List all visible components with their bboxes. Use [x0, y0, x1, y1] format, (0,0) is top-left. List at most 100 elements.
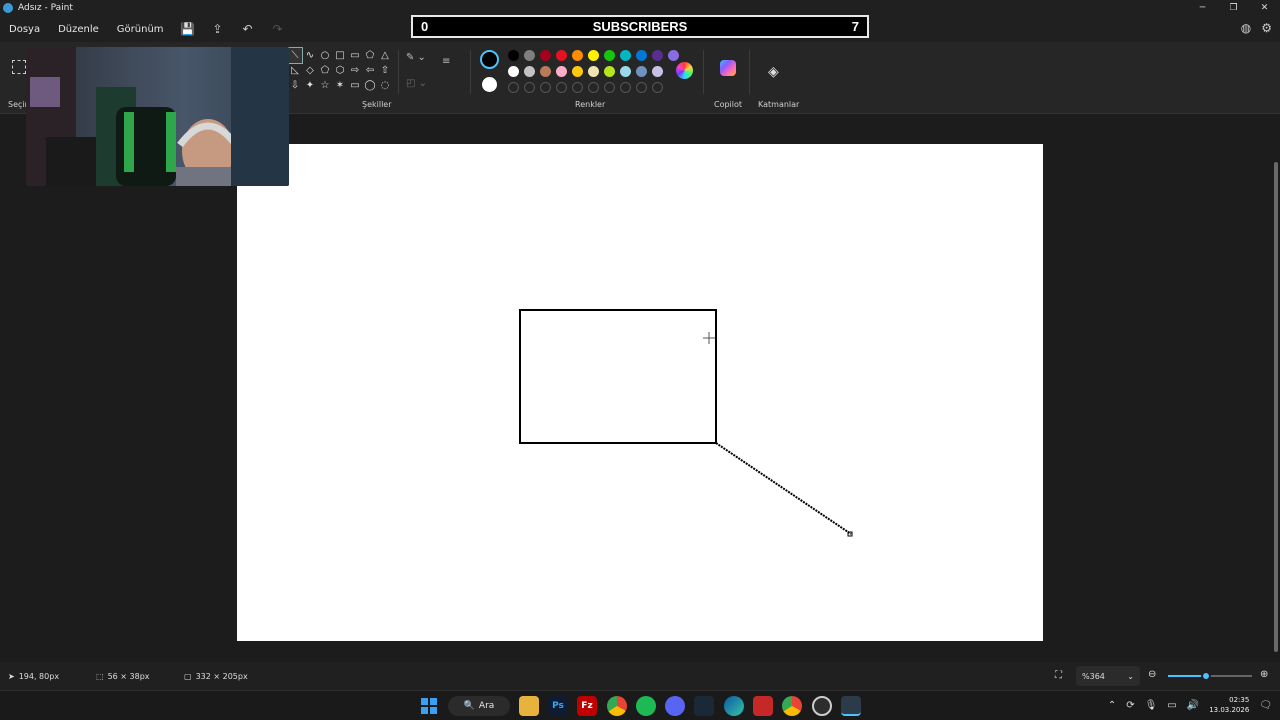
menu-edit[interactable]: Düzenle — [49, 24, 108, 35]
drawing-canvas[interactable] — [237, 144, 1043, 641]
shape-option[interactable]: ▭ — [348, 48, 362, 63]
menu-view[interactable]: Görünüm — [108, 24, 173, 35]
shape-option[interactable]: ∿ — [303, 48, 317, 63]
shape-option[interactable]: ◇ — [303, 63, 317, 78]
shape-option[interactable]: ⬠ — [363, 48, 377, 63]
taskbar-search[interactable]: 🔍 Ara — [448, 696, 510, 716]
close-button[interactable]: ✕ — [1249, 0, 1280, 16]
zoom-out-icon[interactable]: ⊖ — [1148, 669, 1156, 680]
photoshop-icon[interactable]: Ps — [548, 696, 568, 716]
custom-color-slot[interactable] — [620, 82, 631, 93]
shape-option[interactable]: ⟍ — [287, 47, 303, 64]
discord-icon[interactable] — [665, 696, 685, 716]
custom-color-slot[interactable] — [572, 82, 583, 93]
custom-color-slot[interactable] — [508, 82, 519, 93]
account-icon[interactable]: ◍ — [1241, 21, 1251, 35]
shape-option[interactable]: ○ — [318, 48, 332, 63]
edit-colors-icon[interactable] — [676, 62, 693, 79]
minimize-button[interactable]: ─ — [1187, 0, 1218, 16]
copilot-icon[interactable] — [720, 60, 736, 76]
chrome-profile-icon[interactable] — [782, 696, 802, 716]
shape-option[interactable]: ◯ — [363, 78, 377, 93]
fit-to-window-icon[interactable]: ⛶ — [1055, 670, 1062, 681]
color-swatch[interactable] — [636, 50, 647, 61]
shape-option[interactable]: ◌ — [378, 78, 392, 93]
clock[interactable]: 02:35 13.03.2026 — [1209, 695, 1249, 715]
scrollbar-thumb[interactable] — [1274, 162, 1278, 652]
color-swatch[interactable] — [524, 66, 535, 77]
color-swatch[interactable] — [540, 66, 551, 77]
menu-file[interactable]: Dosya — [0, 24, 49, 35]
zoom-in-icon[interactable]: ⊕ — [1260, 669, 1268, 680]
color-swatch[interactable] — [572, 66, 583, 77]
steam-icon[interactable] — [694, 696, 714, 716]
zoom-slider[interactable] — [1168, 671, 1252, 681]
paint-taskbar-icon[interactable] — [841, 696, 861, 716]
shape-option[interactable]: ◺ — [288, 63, 302, 78]
zoom-slider-knob[interactable] — [1200, 671, 1211, 681]
volume-icon[interactable]: 🔊 — [1187, 700, 1199, 711]
color-swatch[interactable] — [620, 66, 631, 77]
shape-option[interactable]: ▭ — [348, 78, 362, 93]
color-swatch[interactable] — [604, 66, 615, 77]
settings-icon[interactable]: ⚙ — [1261, 21, 1272, 35]
notification-icon[interactable]: 🗨 — [1259, 700, 1272, 711]
color-swatch[interactable] — [588, 66, 599, 77]
chevron-up-icon[interactable]: ⌃ — [1108, 700, 1116, 711]
shape-option[interactable]: ⇩ — [288, 78, 302, 93]
shape-option[interactable]: □ — [333, 48, 347, 63]
color-swatch[interactable] — [572, 50, 583, 61]
shape-option[interactable]: ⬠ — [318, 63, 332, 78]
color-swatch[interactable] — [604, 50, 615, 61]
color-swatch[interactable] — [588, 50, 599, 61]
shape-option[interactable]: ✶ — [333, 78, 347, 93]
size-icon[interactable]: ≡ — [442, 56, 450, 67]
custom-color-slot[interactable] — [588, 82, 599, 93]
file-explorer-icon[interactable] — [519, 696, 539, 716]
zoom-select[interactable]: %364 ⌄ — [1076, 666, 1140, 686]
fill-icon[interactable]: ◰ ⌄ — [406, 78, 427, 89]
shape-option[interactable]: ⇧ — [378, 63, 392, 78]
share-icon[interactable]: ⇪ — [203, 22, 233, 36]
sync-icon[interactable]: ⟳ — [1126, 700, 1134, 711]
redo-icon[interactable]: ↷ — [263, 22, 293, 36]
layers-icon[interactable]: ◈ — [768, 64, 779, 80]
save-icon[interactable]: 💾 — [173, 22, 203, 36]
custom-color-slot[interactable] — [524, 82, 535, 93]
custom-color-slot[interactable] — [652, 82, 663, 93]
color-swatch[interactable] — [524, 50, 535, 61]
color-swatch[interactable] — [556, 66, 567, 77]
shape-option[interactable]: ✦ — [303, 78, 317, 93]
chrome-icon[interactable] — [607, 696, 627, 716]
selection-tool-icon[interactable] — [12, 60, 26, 74]
filezilla-icon[interactable]: Fz — [577, 696, 597, 716]
shape-option[interactable]: ⬡ — [333, 63, 347, 78]
shape-option[interactable]: ☆ — [318, 78, 332, 93]
color-swatch[interactable] — [652, 50, 663, 61]
color-swatch[interactable] — [508, 66, 519, 77]
shape-option[interactable]: ⇨ — [348, 63, 362, 78]
color-swatch[interactable] — [620, 50, 631, 61]
custom-color-slot[interactable] — [636, 82, 647, 93]
undo-icon[interactable]: ↶ — [233, 22, 263, 36]
color-swatch[interactable] — [556, 50, 567, 61]
color-swatch[interactable] — [652, 66, 663, 77]
outline-icon[interactable]: ✎ ⌄ — [406, 52, 426, 63]
maximize-button[interactable]: ❐ — [1218, 0, 1249, 16]
color-swatch[interactable] — [668, 50, 679, 61]
color-swatch[interactable] — [540, 50, 551, 61]
shape-option[interactable]: ⇦ — [363, 63, 377, 78]
edge-icon[interactable] — [724, 696, 744, 716]
secondary-color-swatch[interactable] — [482, 77, 497, 92]
custom-color-slot[interactable] — [540, 82, 551, 93]
video-writer-icon[interactable] — [753, 696, 773, 716]
microphone-icon[interactable]: 🎙 — [1145, 700, 1158, 711]
shape-option[interactable]: △ — [378, 48, 392, 63]
custom-color-slot[interactable] — [604, 82, 615, 93]
network-icon[interactable]: ▭ — [1167, 700, 1176, 711]
start-button[interactable] — [419, 696, 439, 716]
color-swatch[interactable] — [636, 66, 647, 77]
color-swatch[interactable] — [508, 50, 519, 61]
obs-icon[interactable] — [812, 696, 832, 716]
primary-color-swatch[interactable] — [480, 50, 499, 69]
